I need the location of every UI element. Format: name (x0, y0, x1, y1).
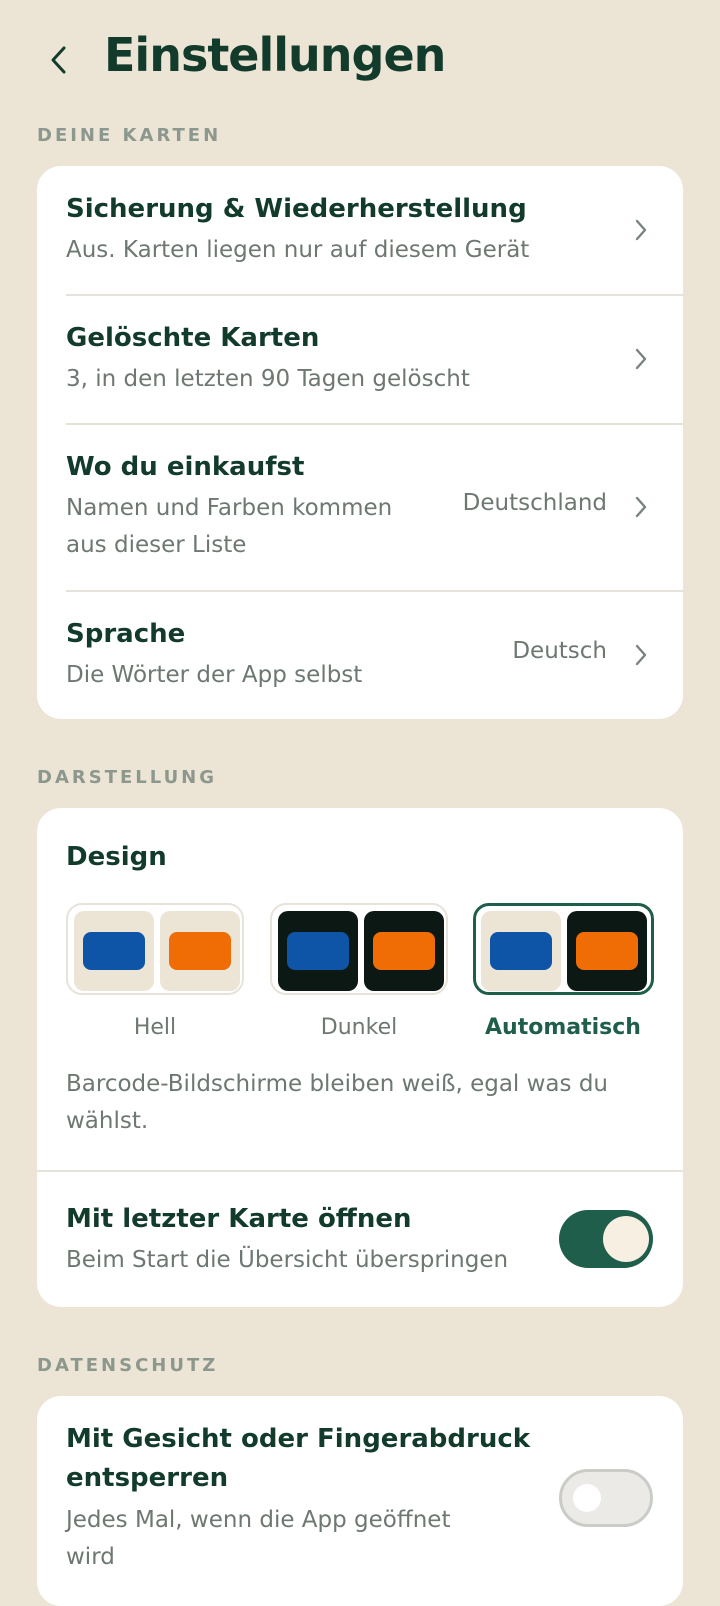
swatch-orange (169, 932, 231, 970)
theme-label-auto: Automatisch (485, 1015, 641, 1040)
row-biometric-unlock[interactable]: Mit Gesicht oder Fingerabdruck entsperre… (37, 1396, 683, 1606)
row-open-last-card[interactable]: Mit letzter Karte öffnen Beim Start die … (37, 1171, 683, 1307)
row-where-you-shop[interactable]: Wo du einkaufst Namen und Farben kommen … (37, 424, 683, 591)
row-backup-restore[interactable]: Sicherung & Wiederherstellung Aus. Karte… (37, 166, 683, 295)
chevron-right-icon (635, 496, 647, 518)
row-subtitle-continued: wird (66, 1544, 115, 1570)
section-label-cards: DEINE KARTEN (37, 125, 222, 146)
privacy-settings-card: Mit Gesicht oder Fingerabdruck entsperre… (37, 1396, 683, 1606)
theme-preview-half (74, 911, 154, 991)
row-subtitle: Namen und Farben kommen (66, 495, 393, 521)
theme-preview-half (160, 911, 240, 991)
theme-option-dark[interactable] (270, 903, 448, 995)
row-subtitle-continued: aus dieser Liste (66, 532, 247, 558)
row-title-continued: entsperren (66, 1463, 229, 1493)
row-deleted-cards[interactable]: Gelöschte Karten 3, in den letzten 90 Ta… (37, 295, 683, 424)
row-value-language: Deutsch (512, 638, 607, 664)
theme-preview-half (364, 911, 444, 991)
row-value-country: Deutschland (462, 490, 607, 516)
swatch-blue (287, 932, 349, 970)
section-label-display: DARSTELLUNG (37, 767, 218, 788)
row-subtitle: Beim Start die Übersicht überspringen (66, 1247, 509, 1273)
theme-label-dark: Dunkel (320, 1015, 398, 1040)
row-title: Sprache (66, 619, 186, 649)
chevron-right-icon (635, 219, 647, 241)
row-title: Sicherung & Wiederherstellung (66, 194, 527, 224)
theme-preview-half (278, 911, 358, 991)
row-subtitle: Die Wörter der App selbst (66, 662, 363, 688)
chevron-right-icon (635, 644, 647, 666)
row-title: Gelöschte Karten (66, 323, 320, 353)
design-note-continued: wählst. (66, 1108, 149, 1134)
page-title: Einstellungen (104, 28, 446, 82)
theme-option-light[interactable] (66, 903, 244, 995)
design-note: Barcode-Bildschirme bleiben weiß, egal w… (66, 1071, 608, 1097)
toggle-knob (573, 1484, 601, 1512)
swatch-blue (83, 932, 145, 970)
cards-settings-card: Sicherung & Wiederherstellung Aus. Karte… (37, 166, 683, 719)
row-subtitle: 3, in den letzten 90 Tagen gelöscht (66, 366, 470, 392)
biometric-unlock-toggle[interactable] (559, 1469, 653, 1527)
row-subtitle: Aus. Karten liegen nur auf diesem Gerät (66, 237, 530, 263)
row-subtitle: Jedes Mal, wenn die App geöffnet (66, 1507, 451, 1533)
open-last-card-toggle[interactable] (559, 1210, 653, 1268)
row-title: Mit Gesicht oder Fingerabdruck (66, 1424, 531, 1454)
row-title: Mit letzter Karte öffnen (66, 1204, 412, 1234)
swatch-orange (373, 932, 435, 970)
theme-preview-half (481, 911, 561, 991)
theme-preview-half (567, 911, 647, 991)
row-language[interactable]: Sprache Die Wörter der App selbst Deutsc… (37, 591, 683, 719)
toggle-knob (603, 1216, 649, 1262)
design-title: Design (66, 842, 167, 872)
theme-option-auto[interactable] (473, 903, 654, 995)
theme-label-light: Hell (133, 1015, 177, 1040)
chevron-left-icon (51, 46, 66, 74)
section-label-privacy: DATENSCHUTZ (37, 1355, 219, 1376)
display-settings-card: Design Hell Dunkel Automatisch Barcode-B… (37, 808, 683, 1307)
back-button[interactable] (36, 38, 80, 82)
chevron-right-icon (635, 348, 647, 370)
row-title: Wo du einkaufst (66, 452, 305, 482)
swatch-orange (576, 932, 638, 970)
header: Einstellungen (0, 0, 720, 120)
swatch-blue (490, 932, 552, 970)
